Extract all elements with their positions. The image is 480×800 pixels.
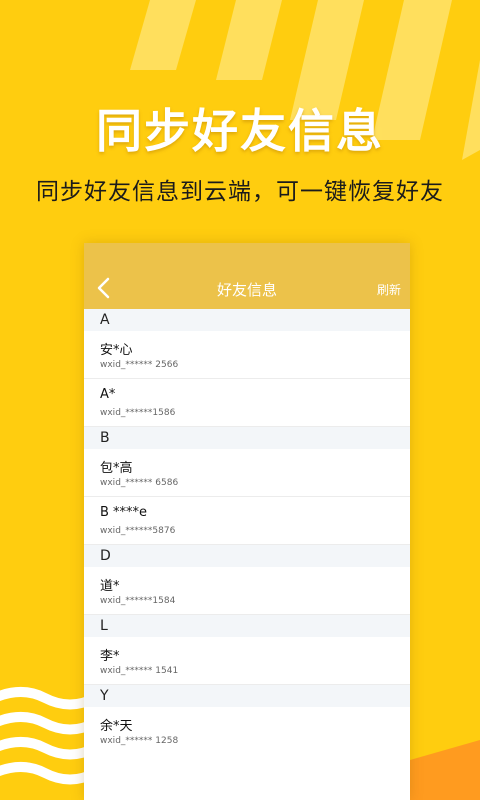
contact-name: B ****e [100, 505, 148, 520]
contact-wxid: wxid_****** 1258 [100, 736, 179, 746]
contact-wxid: wxid_******5876 [100, 526, 176, 536]
section-header: D [84, 545, 410, 567]
section-header: A [84, 309, 410, 331]
contact-name: 道* [100, 579, 120, 594]
contact-wxid: wxid_****** 6586 [100, 478, 179, 488]
contact-wxid: wxid_****** 2566 [100, 360, 179, 370]
contact-wxid: wxid_******1586 [100, 408, 176, 418]
refresh-button[interactable]: 刷新 [377, 281, 401, 298]
contact-name: 余*天 [100, 719, 133, 734]
contact-wxid: wxid_****** 1541 [100, 666, 179, 676]
contact-row[interactable]: 道* wxid_******1584 [84, 567, 410, 615]
headline: 同步好友信息 [96, 104, 384, 158]
contact-row[interactable]: 余*天 wxid_****** 1258 [84, 707, 410, 754]
section-header: Y [84, 685, 410, 707]
contact-list: A 安*心 wxid_****** 2566 A* wxid_******1586 B 包*… [84, 309, 410, 754]
section-header: L [84, 615, 410, 637]
contact-wxid: wxid_******1584 [100, 596, 176, 606]
phone-screen: 好友信息 刷新 A 安*心 wxid_****** 2566 A* wxid_*****… [84, 243, 410, 800]
subheadline: 同步好友信息到云端，可一键恢复好友 [36, 179, 444, 205]
app-bar: 好友信息 刷新 [84, 243, 410, 309]
contact-row[interactable]: 包*高 wxid_****** 6586 [84, 449, 410, 497]
page-title: 好友信息 [216, 281, 277, 299]
contact-row[interactable]: B ****e wxid_******5876 [84, 497, 410, 545]
contact-row[interactable]: 李* wxid_****** 1541 [84, 637, 410, 685]
section-header: B [84, 427, 410, 449]
contact-name: 李* [100, 649, 120, 664]
contact-row[interactable]: A* wxid_******1586 [84, 379, 410, 427]
contact-name: 安*心 [100, 343, 133, 358]
contact-name: 包*高 [100, 461, 133, 476]
contact-name: A* [100, 387, 116, 402]
contact-row[interactable]: 安*心 wxid_****** 2566 [84, 331, 410, 379]
